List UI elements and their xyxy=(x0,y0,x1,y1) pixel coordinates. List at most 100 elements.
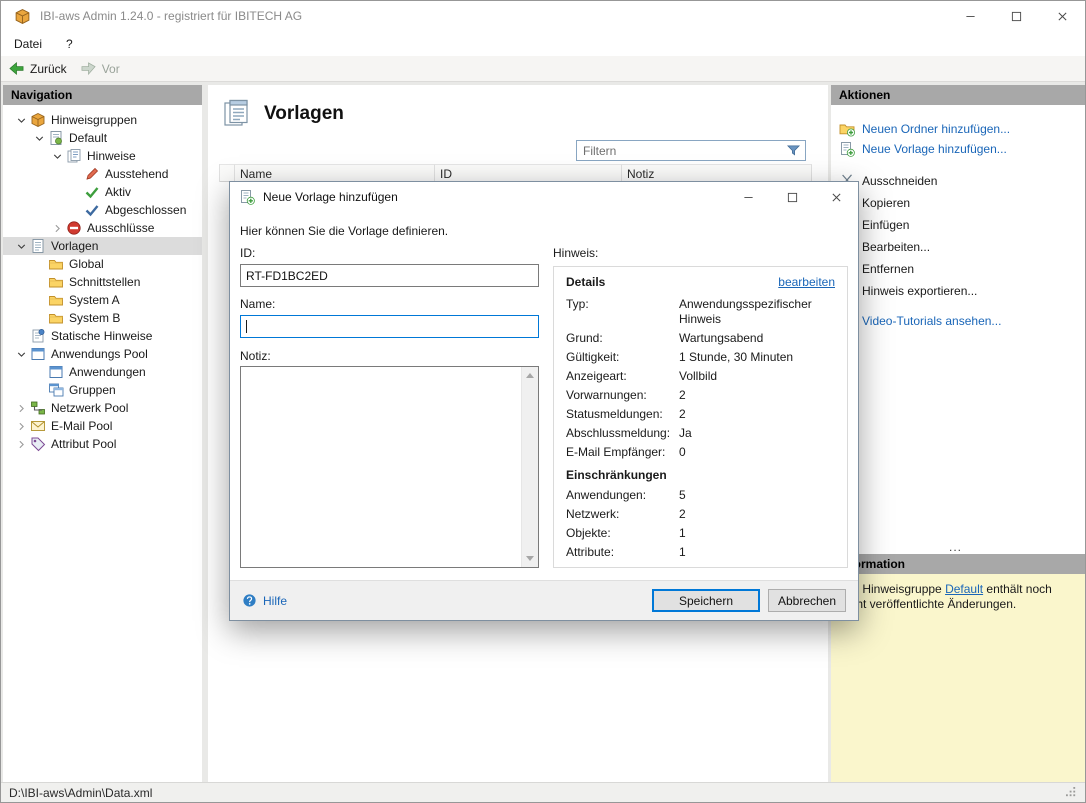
tree-item-vorlagen[interactable]: Vorlagen xyxy=(3,237,202,255)
folder-icon xyxy=(48,274,64,290)
close-button[interactable] xyxy=(1039,1,1085,31)
minimize-button[interactable] xyxy=(947,1,993,31)
action-copy[interactable]: Kopieren xyxy=(831,193,1085,213)
app-window: IBI-aws Admin 1.24.0 - registriert für I… xyxy=(0,0,1086,803)
tree-item-global[interactable]: Global xyxy=(3,255,202,273)
check-green-icon xyxy=(84,184,100,200)
tree-item-schnittstellen[interactable]: Schnittstellen xyxy=(3,273,202,291)
tree-item-attribut-pool[interactable]: Attribut Pool xyxy=(3,435,202,453)
tree-item-ausstehend[interactable]: Ausstehend xyxy=(3,165,202,183)
chevron-down-icon[interactable] xyxy=(49,148,66,164)
action-label: Entfernen xyxy=(862,262,914,276)
tree-item-default[interactable]: Default xyxy=(3,129,202,147)
detail-label: Abschlussmeldung: xyxy=(566,426,679,441)
close-icon xyxy=(1057,11,1068,22)
detail-label: Anzeigeart: xyxy=(566,369,679,384)
action-label: Neuen Ordner hinzufügen... xyxy=(862,122,1010,136)
tree-item-label: Default xyxy=(69,131,107,145)
restriction-label: Attribute: xyxy=(566,545,679,560)
mail-icon xyxy=(30,418,46,434)
minimize-icon xyxy=(743,192,754,203)
dialog-close-button[interactable] xyxy=(814,182,858,212)
maximize-button[interactable] xyxy=(993,1,1039,31)
tree-item-statische-hinweise[interactable]: Statische Hinweise xyxy=(3,327,202,345)
column-name[interactable]: Name xyxy=(235,164,435,182)
minimize-icon xyxy=(965,11,976,22)
name-input[interactable] xyxy=(240,315,539,338)
default-group-link[interactable]: Default xyxy=(945,582,983,596)
dialog-title: Neue Vorlage hinzufügen xyxy=(263,190,398,204)
action-cut[interactable]: Ausschneiden xyxy=(831,171,1085,191)
filter-input[interactable] xyxy=(577,144,786,158)
action-paste[interactable]: Einfügen xyxy=(831,215,1085,235)
scrollbar[interactable] xyxy=(521,367,538,567)
information-panel: Information Die Hinweisgruppe Default en… xyxy=(831,554,1085,782)
restriction-value: 2 xyxy=(679,507,835,522)
back-button[interactable]: Zurück xyxy=(8,61,67,76)
bearbeiten-link[interactable]: bearbeiten xyxy=(778,275,835,289)
dialog-titlebar[interactable]: Neue Vorlage hinzufügen xyxy=(230,182,858,212)
menu-datei[interactable]: Datei xyxy=(14,37,42,51)
tree-item-label: Vorlagen xyxy=(51,239,98,253)
action-new-folder[interactable]: Neuen Ordner hinzufügen... xyxy=(831,119,1085,139)
scroll-down-icon[interactable] xyxy=(522,550,538,567)
status-path: D:\IBI-aws\Admin\Data.xml xyxy=(9,786,152,800)
tree-item-email-pool[interactable]: E-Mail Pool xyxy=(3,417,202,435)
tree-item-abgeschlossen[interactable]: Abgeschlossen xyxy=(3,201,202,219)
forward-label: Vor xyxy=(102,62,120,76)
chevron-right-icon[interactable] xyxy=(13,436,30,452)
tree-item-anwendungs-pool[interactable]: Anwendungs Pool xyxy=(3,345,202,363)
restriction-row: Anwendungen:5 xyxy=(566,488,835,503)
detail-label: Gültigkeit: xyxy=(566,350,679,365)
dialog-description: Hier können Sie die Vorlage definieren. xyxy=(240,224,448,238)
tree-item-ausschluesse[interactable]: Ausschlüsse xyxy=(3,219,202,237)
chevron-right-icon[interactable] xyxy=(13,418,30,434)
column-icon[interactable] xyxy=(220,164,235,182)
restriction-row: Attribute:1 xyxy=(566,545,835,560)
action-video-tutorials[interactable]: Video-Tutorials ansehen... xyxy=(831,311,1085,331)
action-remove[interactable]: Entfernen xyxy=(831,259,1085,279)
detail-row: Vorwarnungen:2 xyxy=(566,388,835,403)
tree-item-aktiv[interactable]: Aktiv xyxy=(3,183,202,201)
action-export-hinweis[interactable]: Hinweis exportieren... xyxy=(831,281,1085,301)
restriction-value: 5 xyxy=(679,488,835,503)
notiz-textarea[interactable] xyxy=(240,366,539,568)
help-link[interactable]: Hilfe xyxy=(242,593,287,608)
dialog-minimize-button[interactable] xyxy=(726,182,770,212)
action-edit[interactable]: Bearbeiten... xyxy=(831,237,1085,257)
chevron-down-icon[interactable] xyxy=(13,346,30,362)
column-notiz[interactable]: Notiz xyxy=(622,164,812,182)
column-id[interactable]: ID xyxy=(435,164,622,182)
tree-item-hinweise[interactable]: Hinweise xyxy=(3,147,202,165)
menu-help[interactable]: ? xyxy=(66,37,73,51)
tree-item-system-b[interactable]: System B xyxy=(3,309,202,327)
name-label: Name: xyxy=(240,297,275,311)
forward-button[interactable]: Vor xyxy=(80,61,120,76)
cancel-button[interactable]: Abbrechen xyxy=(768,589,846,612)
scroll-up-icon[interactable] xyxy=(522,367,538,384)
id-input[interactable] xyxy=(240,264,539,287)
chevron-down-icon[interactable] xyxy=(13,238,30,254)
tree-item-label: Statische Hinweise xyxy=(51,329,152,343)
chevron-right-icon[interactable] xyxy=(13,400,30,416)
tree-item-label: Aktiv xyxy=(105,185,131,199)
tree-item-gruppen[interactable]: Gruppen xyxy=(3,381,202,399)
save-button[interactable]: Speichern xyxy=(652,589,760,612)
action-new-template[interactable]: Neue Vorlage hinzufügen... xyxy=(831,139,1085,159)
dialog-maximize-button[interactable] xyxy=(770,182,814,212)
filter-funnel-icon[interactable] xyxy=(786,143,801,158)
chevron-right-icon[interactable] xyxy=(49,220,66,236)
pencil-red-icon xyxy=(84,166,100,182)
resize-grip[interactable] xyxy=(1066,787,1077,798)
tree-item-system-a[interactable]: System A xyxy=(3,291,202,309)
tree-item-hinweisgruppen[interactable]: Hinweisgruppen xyxy=(3,111,202,129)
details-title: Details xyxy=(566,275,605,289)
maximize-icon xyxy=(787,192,798,203)
chevron-down-icon[interactable] xyxy=(31,130,48,146)
no-entry-icon xyxy=(66,220,82,236)
tree-item-anwendungen[interactable]: Anwendungen xyxy=(3,363,202,381)
restriction-label: Anwendungen: xyxy=(566,488,679,503)
chevron-down-icon[interactable] xyxy=(13,112,30,128)
chevron-spacer xyxy=(67,202,84,218)
tree-item-netzwerk-pool[interactable]: Netzwerk Pool xyxy=(3,399,202,417)
